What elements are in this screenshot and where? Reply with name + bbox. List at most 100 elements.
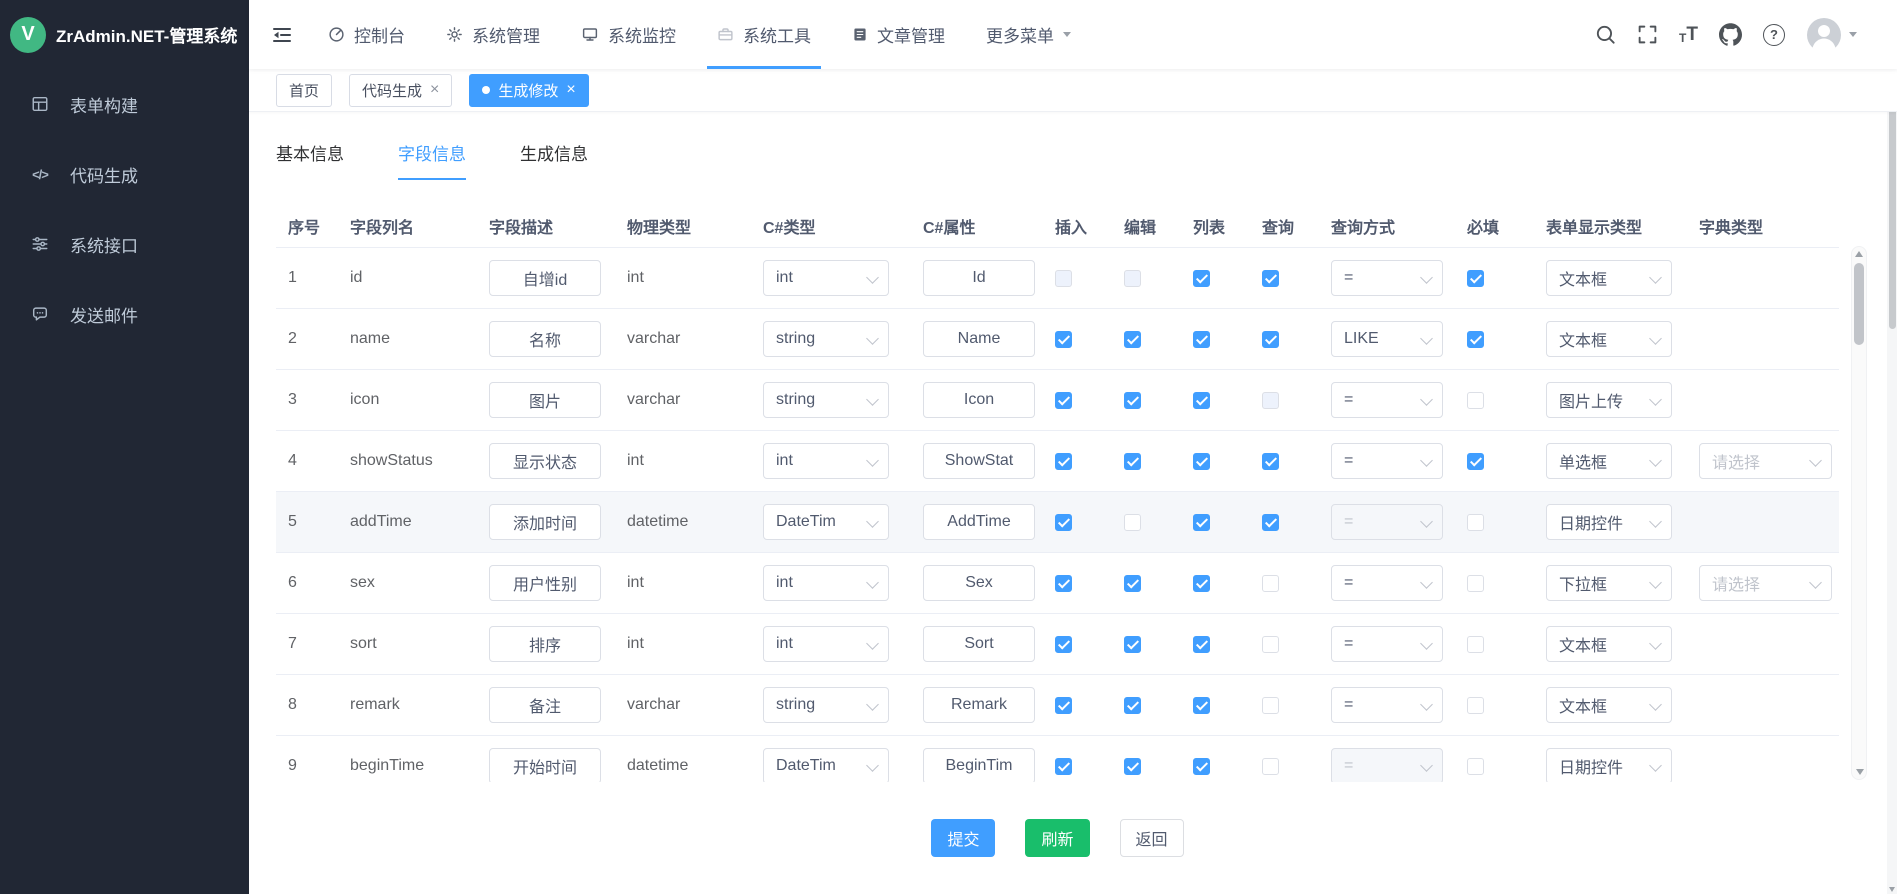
list-checkbox[interactable]: [1193, 270, 1210, 287]
scroll-up-icon[interactable]: [1855, 251, 1863, 257]
cs-type-select[interactable]: int: [763, 626, 889, 662]
field-description-input[interactable]: [489, 626, 601, 662]
search-icon[interactable]: [1595, 24, 1616, 45]
tag-home[interactable]: 首页: [276, 74, 332, 107]
cs-type-select[interactable]: string: [763, 382, 889, 418]
edit-checkbox[interactable]: [1124, 575, 1141, 592]
query-type-select[interactable]: =: [1331, 565, 1443, 601]
nav-item-system-monitoring[interactable]: 系统监控: [581, 0, 676, 69]
nav-item-article-management[interactable]: 文章管理: [852, 0, 945, 69]
cs-property-input[interactable]: [923, 321, 1035, 357]
field-description-input[interactable]: [489, 260, 601, 296]
cs-property-input[interactable]: [923, 382, 1035, 418]
insert-checkbox[interactable]: [1055, 636, 1072, 653]
field-description-input[interactable]: [489, 504, 601, 540]
sidebar-item-system-api[interactable]: 系统接口: [0, 209, 249, 279]
query-checkbox[interactable]: [1262, 697, 1279, 714]
scrollbar-thumb[interactable]: [1889, 79, 1896, 329]
list-checkbox[interactable]: [1193, 392, 1210, 409]
cs-property-input[interactable]: [923, 443, 1035, 479]
tab-field-info[interactable]: 字段信息: [398, 140, 466, 180]
required-checkbox[interactable]: [1467, 392, 1484, 409]
insert-checkbox[interactable]: [1055, 697, 1072, 714]
query-type-select[interactable]: =: [1331, 687, 1443, 723]
nav-item-system-tools[interactable]: 系统工具: [717, 0, 811, 69]
required-checkbox[interactable]: [1467, 575, 1484, 592]
display-type-select[interactable]: 文本框: [1546, 260, 1672, 296]
list-checkbox[interactable]: [1193, 575, 1210, 592]
table-scrollbar[interactable]: [1851, 246, 1867, 780]
insert-checkbox[interactable]: [1055, 514, 1072, 531]
cs-property-input[interactable]: [923, 748, 1035, 782]
sidebar-item-send-mail[interactable]: 发送邮件: [0, 279, 249, 349]
tab-basic-info[interactable]: 基本信息: [276, 140, 344, 180]
nav-item-system-management[interactable]: 系统管理: [446, 0, 540, 69]
cs-type-select[interactable]: int: [763, 565, 889, 601]
display-type-select[interactable]: 图片上传: [1546, 382, 1672, 418]
refresh-button[interactable]: 刷新: [1025, 819, 1089, 857]
close-icon[interactable]: ×: [430, 82, 439, 98]
list-checkbox[interactable]: [1193, 331, 1210, 348]
cs-type-select[interactable]: int: [763, 443, 889, 479]
display-type-select[interactable]: 文本框: [1546, 626, 1672, 662]
field-description-input[interactable]: [489, 382, 601, 418]
required-checkbox[interactable]: [1467, 453, 1484, 470]
page-scrollbar[interactable]: [1887, 69, 1897, 894]
list-checkbox[interactable]: [1193, 453, 1210, 470]
display-type-select[interactable]: 文本框: [1546, 687, 1672, 723]
required-checkbox[interactable]: [1467, 758, 1484, 775]
scroll-down-icon[interactable]: [1856, 769, 1864, 775]
insert-checkbox[interactable]: [1055, 331, 1072, 348]
scrollbar-thumb[interactable]: [1854, 263, 1864, 345]
edit-checkbox[interactable]: [1124, 392, 1141, 409]
edit-checkbox[interactable]: [1124, 697, 1141, 714]
insert-checkbox[interactable]: [1055, 392, 1072, 409]
help-icon[interactable]: ?: [1763, 24, 1785, 46]
query-checkbox[interactable]: [1262, 331, 1279, 348]
required-checkbox[interactable]: [1467, 636, 1484, 653]
insert-checkbox[interactable]: [1055, 575, 1072, 592]
cs-property-input[interactable]: [923, 260, 1035, 296]
required-checkbox[interactable]: [1467, 697, 1484, 714]
field-description-input[interactable]: [489, 321, 601, 357]
query-checkbox[interactable]: [1262, 270, 1279, 287]
github-icon[interactable]: [1719, 23, 1742, 46]
insert-checkbox[interactable]: [1055, 453, 1072, 470]
query-type-select[interactable]: =: [1331, 443, 1443, 479]
list-checkbox[interactable]: [1193, 758, 1210, 775]
query-type-select[interactable]: LIKE: [1331, 321, 1443, 357]
list-checkbox[interactable]: [1193, 697, 1210, 714]
required-checkbox[interactable]: [1467, 331, 1484, 348]
dict-type-select[interactable]: 请选择: [1699, 443, 1832, 479]
cs-type-select[interactable]: DateTim: [763, 504, 889, 540]
query-checkbox[interactable]: [1262, 758, 1279, 775]
display-type-select[interactable]: 日期控件: [1546, 504, 1672, 540]
query-type-select[interactable]: =: [1331, 260, 1443, 296]
display-type-select[interactable]: 文本框: [1546, 321, 1672, 357]
insert-checkbox[interactable]: [1055, 758, 1072, 775]
cs-type-select[interactable]: string: [763, 687, 889, 723]
query-checkbox[interactable]: [1262, 636, 1279, 653]
back-button[interactable]: 返回: [1120, 819, 1184, 857]
edit-checkbox[interactable]: [1124, 758, 1141, 775]
query-checkbox[interactable]: [1262, 453, 1279, 470]
edit-checkbox[interactable]: [1124, 636, 1141, 653]
cs-type-select[interactable]: string: [763, 321, 889, 357]
field-description-input[interactable]: [489, 687, 601, 723]
query-checkbox[interactable]: [1262, 575, 1279, 592]
nav-item-more-menu[interactable]: 更多菜单: [986, 0, 1071, 69]
query-type-select[interactable]: =: [1331, 382, 1443, 418]
cs-property-input[interactable]: [923, 626, 1035, 662]
edit-checkbox[interactable]: [1124, 331, 1141, 348]
cs-property-input[interactable]: [923, 687, 1035, 723]
display-type-select[interactable]: 日期控件: [1546, 748, 1672, 782]
submit-button[interactable]: 提交: [931, 819, 995, 857]
list-checkbox[interactable]: [1193, 514, 1210, 531]
sidebar-item-form-builder[interactable]: 表单构建: [0, 69, 249, 139]
cs-type-select[interactable]: int: [763, 260, 889, 296]
collapse-sidebar-icon[interactable]: [272, 26, 292, 44]
edit-checkbox[interactable]: [1124, 514, 1141, 531]
query-checkbox[interactable]: [1262, 514, 1279, 531]
close-icon[interactable]: ×: [566, 82, 575, 98]
edit-checkbox[interactable]: [1124, 453, 1141, 470]
